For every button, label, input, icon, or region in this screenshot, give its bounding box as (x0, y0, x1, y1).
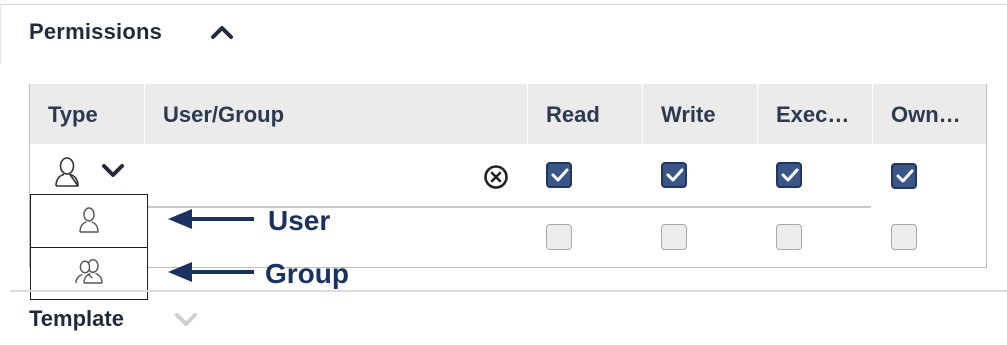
clear-user-group-button[interactable] (483, 164, 509, 190)
permissions-section-title: Permissions (29, 19, 163, 44)
owner-checkbox[interactable] (891, 224, 917, 250)
user-icon[interactable] (54, 156, 80, 193)
permissions-table-header: Type User/Group Read Write Exec… Own… (30, 84, 986, 144)
write-checkbox[interactable] (661, 162, 687, 188)
user-annotation-arrow (166, 207, 256, 236)
write-checkbox[interactable] (661, 224, 687, 250)
chevron-up-icon (211, 26, 233, 39)
column-header-write[interactable]: Write (642, 84, 757, 144)
permissions-collapse-button[interactable] (208, 20, 236, 44)
type-option-group[interactable] (31, 247, 147, 300)
chevron-down-icon (175, 313, 197, 326)
chevron-down-icon (102, 164, 124, 177)
group-annotation-label: Group (265, 258, 349, 289)
column-header-read[interactable]: Read (527, 84, 642, 144)
user-annotation-label: User (268, 205, 331, 236)
checkmark-icon (551, 168, 569, 182)
column-header-owner[interactable]: Own… (872, 84, 986, 144)
user-icon (79, 207, 99, 233)
close-circle-icon (484, 165, 508, 189)
type-option-user[interactable] (31, 195, 147, 247)
group-annotation-arrow (166, 260, 256, 289)
section-top-divider (0, 4, 1007, 5)
checkmark-icon (666, 168, 684, 182)
column-header-execute[interactable]: Exec… (757, 84, 872, 144)
execute-checkbox[interactable] (776, 162, 802, 188)
read-checkbox[interactable] (546, 224, 572, 250)
section-left-divider (0, 4, 1, 64)
type-dropdown-menu (30, 194, 148, 300)
execute-checkbox[interactable] (776, 224, 802, 250)
group-icon (75, 258, 103, 284)
section-divider (10, 290, 1007, 292)
column-header-user-group[interactable]: User/Group (144, 84, 527, 144)
template-section-title: Template (29, 306, 124, 331)
checkmark-icon (781, 168, 799, 182)
read-checkbox[interactable] (546, 162, 572, 188)
row-divider (30, 206, 871, 208)
owner-checkbox[interactable] (891, 163, 917, 189)
type-dropdown-toggle[interactable] (100, 161, 126, 186)
column-header-type[interactable]: Type (30, 84, 144, 144)
checkmark-icon (896, 169, 914, 183)
template-expand-button[interactable] (172, 310, 200, 330)
